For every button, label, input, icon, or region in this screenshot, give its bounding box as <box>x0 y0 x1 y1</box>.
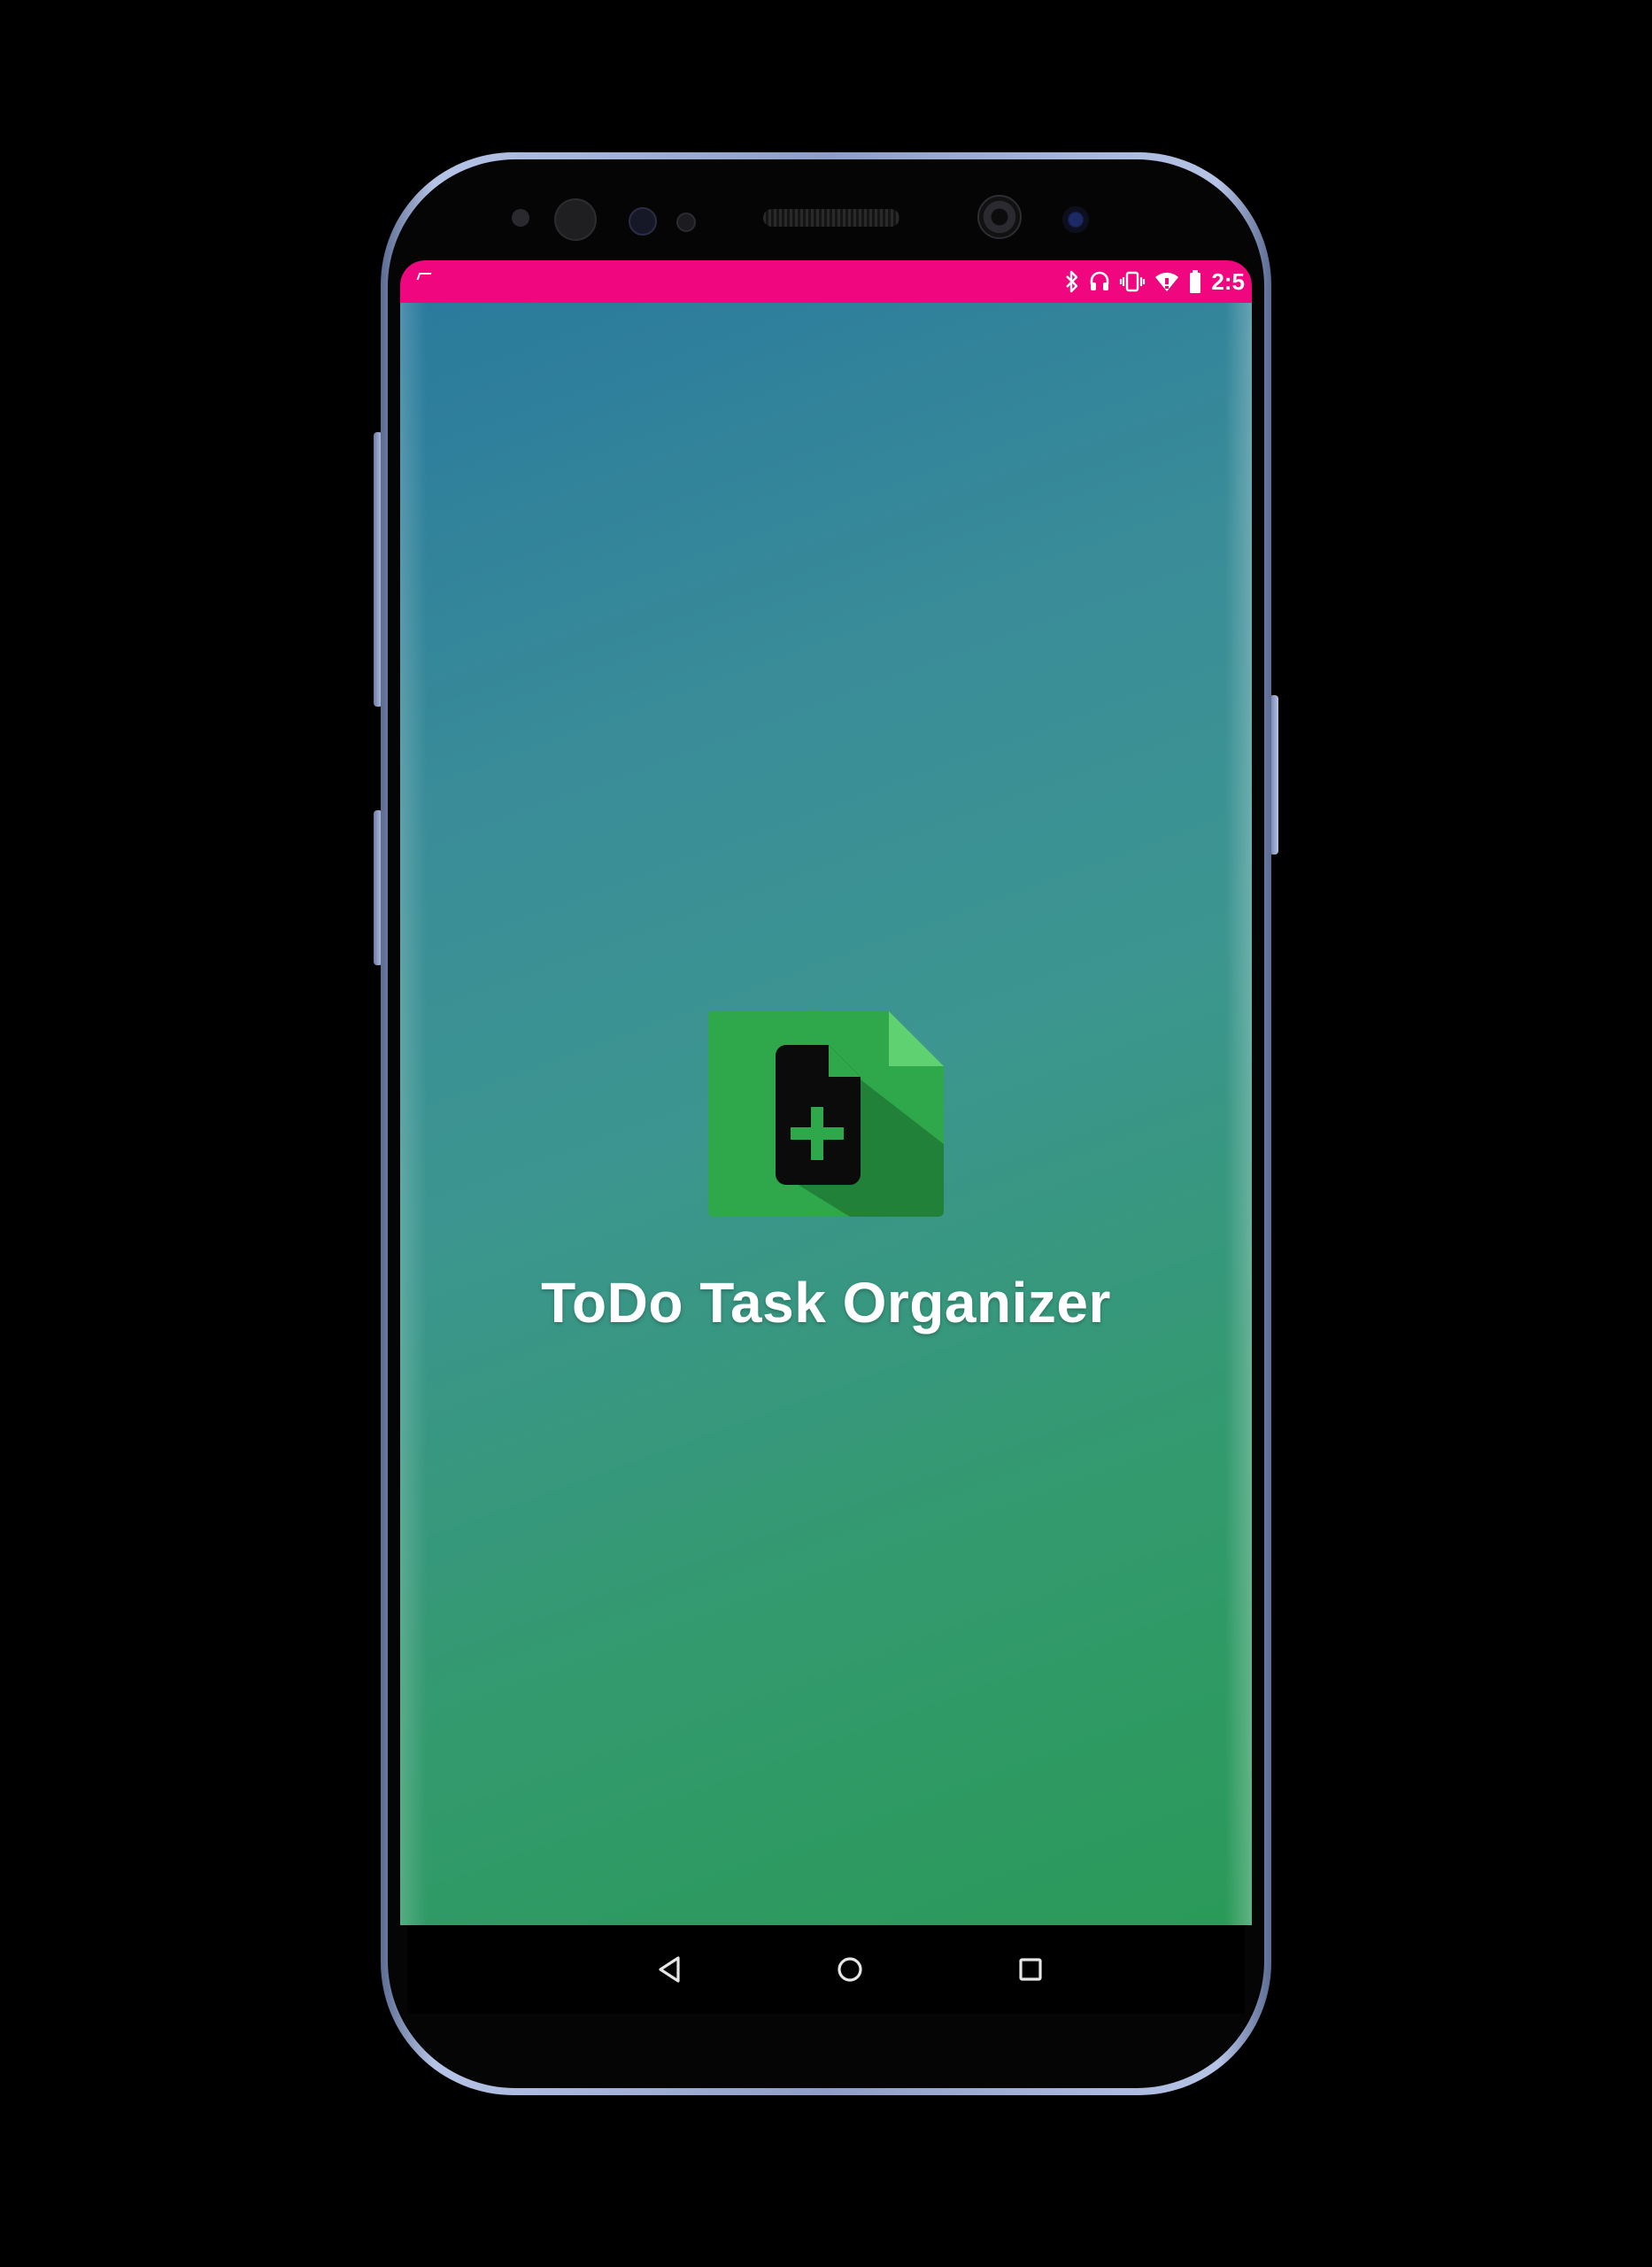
navigation-bar <box>407 1925 1245 2014</box>
indicator-led <box>676 213 696 232</box>
wifi-icon <box>1154 270 1179 293</box>
home-button[interactable] <box>825 1945 875 1994</box>
vibrate-icon <box>1119 270 1146 293</box>
headset-icon <box>1089 270 1110 293</box>
earpiece-speaker <box>763 209 899 227</box>
proximity-sensor <box>512 209 529 227</box>
recents-button[interactable] <box>1006 1945 1055 1994</box>
note-add-icon <box>708 1011 944 1217</box>
home-icon <box>838 1957 862 1982</box>
recents-icon <box>1019 1958 1042 1981</box>
status-icons: 2:5 <box>1064 267 1245 297</box>
battery-icon <box>1188 269 1202 294</box>
bluetooth-icon <box>1064 270 1080 293</box>
front-camera <box>977 195 1022 239</box>
notification-indicator-icon <box>416 273 432 280</box>
status-bar: 2:5 <box>400 260 1252 303</box>
status-time: 2:5 <box>1211 268 1245 295</box>
back-button[interactable] <box>645 1945 694 1994</box>
device-screen: 2:5 ToDo Task Organizer <box>400 260 1252 1925</box>
light-sensor <box>554 198 597 241</box>
iris-led <box>629 207 657 236</box>
iris-scanner <box>1062 206 1089 233</box>
app-title: ToDo Task Organizer <box>541 1271 1111 1335</box>
back-icon <box>659 1956 680 1983</box>
edge-highlight-left <box>400 303 427 1925</box>
edge-highlight-right <box>1225 303 1252 1925</box>
splash-screen: ToDo Task Organizer <box>400 303 1252 1925</box>
